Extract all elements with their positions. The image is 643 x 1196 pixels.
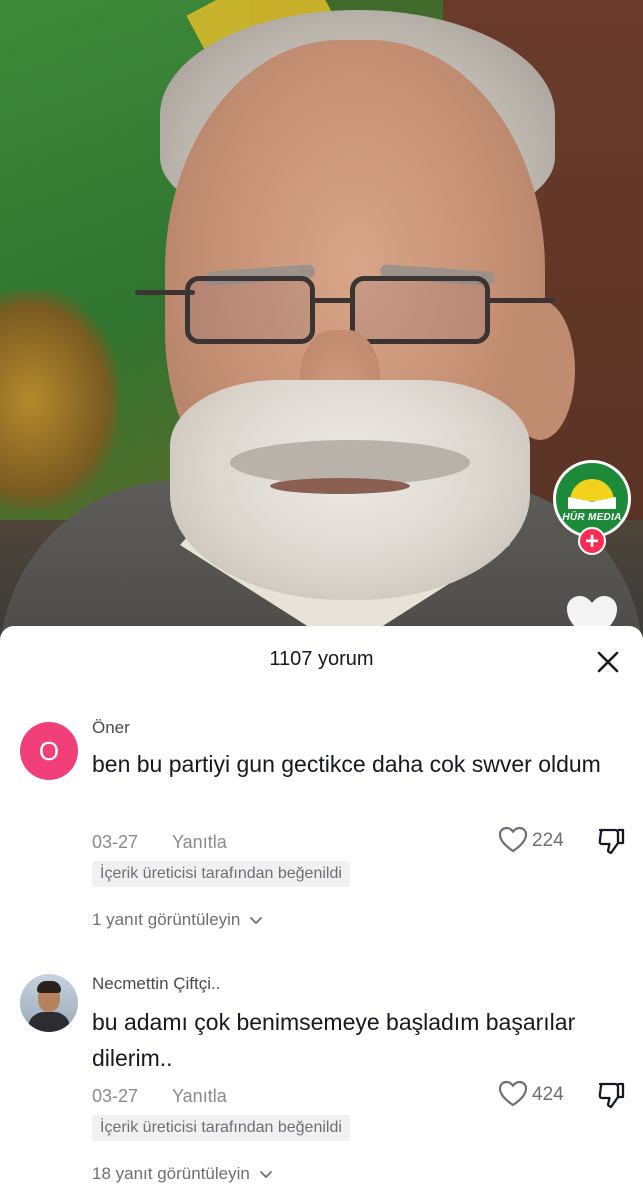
comments-sheet: 1107 yorum O Öner ben bu partiyi gun gec…	[0, 626, 643, 1196]
avatar[interactable]	[20, 974, 78, 1032]
person-mouth	[270, 478, 410, 494]
like-button[interactable]: 424	[498, 1080, 574, 1110]
comments-count-title: 1107 yorum	[269, 648, 374, 670]
follow-button[interactable]: +	[578, 527, 606, 555]
like-count: 424	[532, 1084, 564, 1105]
creator-liked-badge: İçerik üreticisi tarafından beğenildi	[92, 861, 350, 887]
like-count: 224	[532, 830, 564, 851]
close-icon[interactable]	[592, 646, 624, 678]
comment-text: ben bu partiyi gun gectikce daha cok swv…	[92, 751, 601, 777]
chevron-down-icon	[250, 916, 263, 924]
comment-author[interactable]: Necmettin Çiftçi..	[92, 974, 220, 994]
like-button[interactable]: 224	[498, 826, 574, 856]
comment-author[interactable]: Öner	[92, 718, 130, 738]
heart-outline-icon	[498, 826, 528, 853]
view-replies-label: 1 yanıt görüntüleyin	[92, 910, 241, 929]
background-gold-fringe	[0, 290, 120, 510]
view-replies-button[interactable]: 18 yanıt görüntüleyin	[92, 1164, 273, 1184]
chevron-down-icon	[259, 1170, 272, 1178]
channel-name: HÜR MEDIA	[562, 512, 622, 523]
comment-date: 03-27	[92, 832, 139, 852]
comment-date: 03-27	[92, 1086, 139, 1106]
view-replies-button[interactable]: 1 yanıt görüntüleyin	[92, 910, 263, 930]
reply-button[interactable]: Yanıtla	[172, 1086, 227, 1107]
comment-text: bu adamı çok benimsemeye başladım başarı…	[92, 1009, 576, 1071]
sun-icon	[570, 479, 614, 501]
thumbs-down-icon[interactable]	[596, 826, 626, 856]
reply-button[interactable]: Yanıtla	[172, 832, 227, 853]
thumbs-down-icon[interactable]	[596, 1080, 626, 1110]
view-replies-label: 18 yanıt görüntüleyin	[92, 1164, 250, 1183]
avatar[interactable]: O	[20, 722, 78, 780]
video-player[interactable]: HÜR MEDIA +	[0, 0, 643, 640]
heart-outline-icon	[498, 1080, 528, 1107]
creator-liked-badge: İçerik üreticisi tarafından beğenildi	[92, 1115, 350, 1141]
